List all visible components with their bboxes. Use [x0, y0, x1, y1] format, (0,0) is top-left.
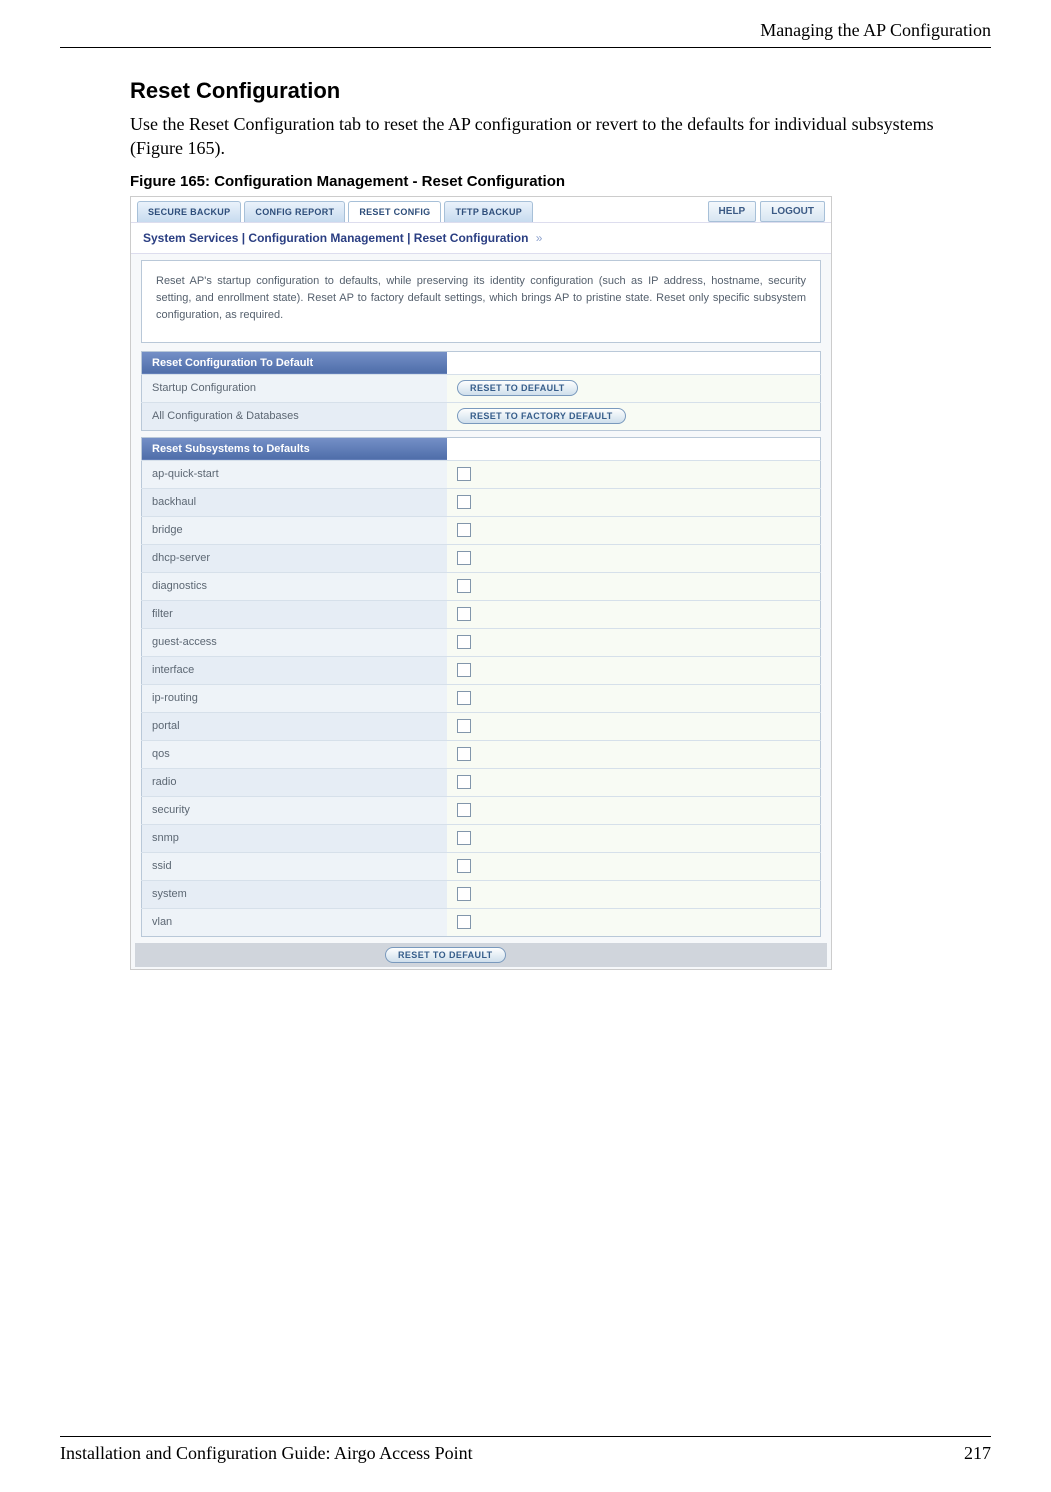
subsystem-checkbox-dhcp-server[interactable] — [457, 551, 471, 565]
tab-config-report[interactable]: CONFIG REPORT — [244, 201, 345, 222]
subsystem-label: filter — [142, 600, 448, 628]
subsystem-checkbox-filter[interactable] — [457, 607, 471, 621]
tab-secure-backup[interactable]: SECURE BACKUP — [137, 201, 241, 222]
top-actions: HELP LOGOUT — [708, 201, 825, 222]
breadcrumb-text: System Services | Configuration Manageme… — [143, 231, 528, 245]
subsystem-label: ap-quick-start — [142, 460, 448, 488]
subsystem-checkbox-security[interactable] — [457, 803, 471, 817]
footer-left: Installation and Configuration Guide: Ai… — [60, 1443, 473, 1464]
help-button[interactable]: HELP — [708, 201, 757, 222]
subsystem-label: radio — [142, 768, 448, 796]
subsystem-checkbox-bridge[interactable] — [457, 523, 471, 537]
section-body: Use the Reset Configuration tab to reset… — [130, 112, 991, 161]
subsystem-checkbox-backhaul[interactable] — [457, 495, 471, 509]
row-startup-config-label: Startup Configuration — [142, 374, 448, 402]
subsystem-checkbox-system[interactable] — [457, 887, 471, 901]
subsystem-label: ssid — [142, 852, 448, 880]
reset-to-factory-default-button[interactable]: RESET TO FACTORY DEFAULT — [457, 408, 626, 424]
subsystem-checkbox-qos[interactable] — [457, 747, 471, 761]
screenshot-figure: SECURE BACKUP CONFIG REPORT RESET CONFIG… — [130, 196, 832, 970]
subsystem-checkbox-guest-access[interactable] — [457, 635, 471, 649]
section-heading: Reset Configuration — [130, 78, 991, 104]
subsystem-label: diagnostics — [142, 572, 448, 600]
tab-reset-config[interactable]: RESET CONFIG — [348, 201, 441, 222]
subsystem-label: qos — [142, 740, 448, 768]
subsystem-label: snmp — [142, 824, 448, 852]
reset-subsystems-table: Reset Subsystems to Defaults ap-quick-st… — [141, 437, 821, 937]
reset-to-default-button[interactable]: RESET TO DEFAULT — [457, 380, 578, 396]
figure-caption: Figure 165: Configuration Management - R… — [130, 173, 991, 190]
footer-page-number: 217 — [964, 1443, 991, 1464]
subsystem-label: dhcp-server — [142, 544, 448, 572]
subsystem-label: ip-routing — [142, 684, 448, 712]
subsystem-label: backhaul — [142, 488, 448, 516]
page-header: Managing the AP Configuration — [60, 20, 991, 48]
table-footer: RESET TO DEFAULT — [135, 943, 827, 967]
subsystem-checkbox-ip-routing[interactable] — [457, 691, 471, 705]
subsystem-label: interface — [142, 656, 448, 684]
screenshot-topbar: SECURE BACKUP CONFIG REPORT RESET CONFIG… — [131, 197, 831, 222]
reset-subsystems-button[interactable]: RESET TO DEFAULT — [385, 947, 506, 963]
subsystem-label: system — [142, 880, 448, 908]
subsystem-checkbox-snmp[interactable] — [457, 831, 471, 845]
subsystem-checkbox-interface[interactable] — [457, 663, 471, 677]
tab-strip: SECURE BACKUP CONFIG REPORT RESET CONFIG… — [137, 201, 533, 222]
section-header-spacer-2 — [447, 437, 820, 460]
description-box: Reset AP's startup configuration to defa… — [141, 260, 821, 343]
subsystem-checkbox-vlan[interactable] — [457, 915, 471, 929]
subsystem-label: vlan — [142, 908, 448, 936]
subsystem-checkbox-diagnostics[interactable] — [457, 579, 471, 593]
reset-default-table: Reset Configuration To Default Startup C… — [141, 351, 821, 431]
subsystem-checkbox-ssid[interactable] — [457, 859, 471, 873]
section-header-reset-default: Reset Configuration To Default — [142, 351, 448, 374]
subsystem-label: portal — [142, 712, 448, 740]
breadcrumb: System Services | Configuration Manageme… — [131, 222, 831, 254]
subsystem-label: security — [142, 796, 448, 824]
row-all-config-label: All Configuration & Databases — [142, 402, 448, 430]
tab-tftp-backup[interactable]: TFTP BACKUP — [444, 201, 533, 222]
subsystem-checkbox-ap-quick-start[interactable] — [457, 467, 471, 481]
subsystem-label: bridge — [142, 516, 448, 544]
subsystem-label: guest-access — [142, 628, 448, 656]
section-header-reset-subsystems: Reset Subsystems to Defaults — [142, 437, 448, 460]
subsystem-checkbox-portal[interactable] — [457, 719, 471, 733]
page-footer: Installation and Configuration Guide: Ai… — [60, 1436, 991, 1464]
logout-button[interactable]: LOGOUT — [760, 201, 825, 222]
section-header-spacer — [447, 351, 820, 374]
breadcrumb-arrows-icon: » — [532, 231, 542, 245]
subsystem-checkbox-radio[interactable] — [457, 775, 471, 789]
